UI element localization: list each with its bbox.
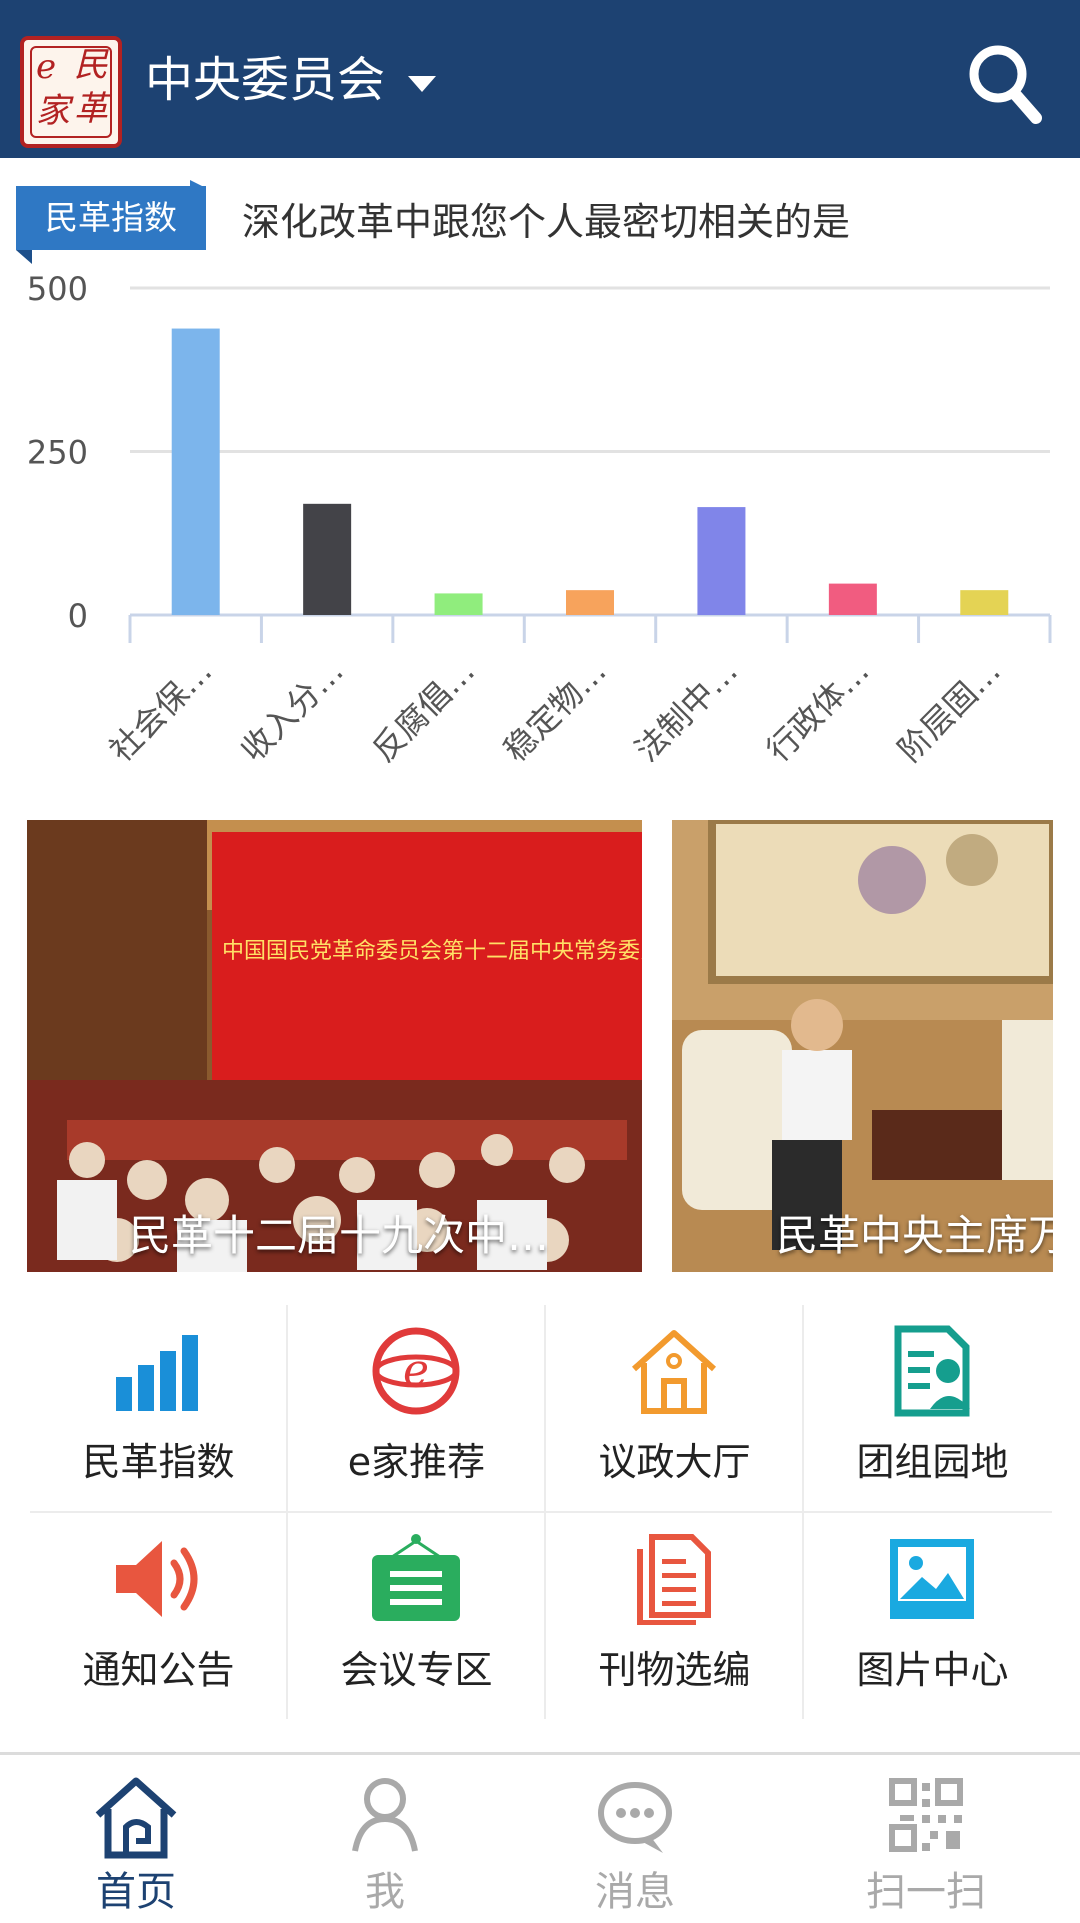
- x-tick-label: 稳定物…: [496, 652, 613, 769]
- x-tick-label: 阶层固…: [891, 652, 1008, 769]
- picture-icon: [890, 1539, 974, 1619]
- grid-item-group[interactable]: 团组园地: [804, 1305, 1061, 1512]
- bottom-navigation: 首页 我 消息 扫一扫: [0, 1752, 1080, 1923]
- chart-bar: [566, 590, 614, 615]
- document-icon: [637, 1534, 711, 1625]
- home-icon: [95, 1777, 177, 1859]
- chart-bar: [434, 593, 483, 615]
- search-icon[interactable]: [966, 42, 1042, 124]
- grid-item-pictures[interactable]: 图片中心: [804, 1513, 1061, 1720]
- chat-icon: [598, 1782, 672, 1853]
- qr-code-icon: [889, 1778, 963, 1852]
- banner-text-graphic: 中国国民党革命委员会第十二届中央常务委员会第十九次会议: [222, 939, 642, 964]
- news-photo-1[interactable]: 中国国民党革命委员会第十二届中央常务委员会第十九次会议 民革十二届十九次中…: [27, 820, 642, 1272]
- x-tick-label: 反腐倡…: [365, 652, 482, 769]
- person-icon: [352, 1778, 418, 1852]
- grid-item-label: 会议专区: [340, 1648, 493, 1692]
- grid-item-index[interactable]: 民革指数: [30, 1305, 287, 1512]
- nav-label: 首页: [96, 1869, 176, 1915]
- photo-caption: 民革十二届十九次中…: [129, 1211, 550, 1260]
- meeting-board-icon: [372, 1534, 460, 1621]
- logo-char: 民: [74, 45, 108, 85]
- news-photo-2[interactable]: 民革中央主席万: [672, 820, 1053, 1272]
- grid-item-label: 团组园地: [856, 1440, 1009, 1484]
- banner-text: 中国国民党革命委员会第十二届中央常务委员会第十九次会议: [222, 939, 642, 964]
- chart-bar: [828, 583, 877, 615]
- nav-label: 消息: [595, 1869, 675, 1915]
- app-logo[interactable]: e 民 家 革: [20, 36, 122, 148]
- grid-item-label: e家推荐: [347, 1440, 486, 1484]
- house-icon: [631, 1330, 717, 1414]
- grid-item-meeting[interactable]: 会议专区: [288, 1513, 545, 1720]
- contact-card-icon: [894, 1325, 970, 1417]
- svg-text:e: e: [403, 1345, 429, 1396]
- x-tick-label: 社会保…: [102, 652, 219, 769]
- chairman-photo-image: [672, 820, 1053, 1272]
- index-tag: 民革指数: [16, 186, 206, 250]
- tag-decoration: [190, 180, 206, 188]
- y-tick-label: 500: [27, 270, 88, 308]
- nav-home[interactable]: 首页: [36, 1755, 236, 1923]
- bar-chart-icon: [116, 1335, 198, 1411]
- e-logo-icon: e: [372, 1327, 460, 1415]
- nav-messages[interactable]: 消息: [535, 1755, 735, 1923]
- chevron-down-icon[interactable]: [408, 76, 436, 92]
- grid-item-label: 民革指数: [82, 1440, 235, 1484]
- grid-item-notice[interactable]: 通知公告: [30, 1513, 287, 1720]
- bar-chart[interactable]: 500 250 0 社会保… 收入分… 反腐倡… 稳定物… 法制中… 行政体… 阶层固…: [0, 270, 1080, 780]
- tag-fold: [16, 250, 32, 264]
- grid-item-label: 议政大厅: [598, 1440, 751, 1484]
- chart-bar: [960, 590, 1009, 615]
- grid-item-hall[interactable]: 议政大厅: [546, 1305, 803, 1512]
- logo-char: e: [36, 47, 57, 87]
- logo-char: 革: [74, 89, 108, 129]
- y-tick-label: 250: [27, 434, 88, 472]
- x-tick-label: 收入分…: [233, 652, 350, 769]
- logo-char: 家: [36, 91, 70, 131]
- nav-me[interactable]: 我: [285, 1755, 485, 1923]
- chart-bar: [697, 507, 746, 615]
- x-tick-label: 法制中…: [628, 652, 745, 769]
- speaker-icon: [116, 1541, 198, 1617]
- grid-item-label: 图片中心: [856, 1648, 1009, 1692]
- committee-selector[interactable]: 中央委员会: [145, 48, 385, 112]
- top-header: e 民 家 革 中央委员会: [0, 0, 1080, 158]
- nav-label: 我: [365, 1869, 405, 1915]
- meeting-photo-image: [27, 820, 642, 1272]
- nav-scan[interactable]: 扫一扫: [826, 1755, 1026, 1923]
- chart-question[interactable]: 深化改革中跟您个人最密切相关的是: [242, 196, 850, 248]
- chart-bar: [171, 328, 220, 615]
- grid-item-recommend[interactable]: e e家推荐: [288, 1305, 545, 1512]
- x-tick-label: 行政体…: [759, 652, 876, 769]
- nav-label: 扫一扫: [866, 1869, 986, 1915]
- grid-item-label: 刊物选编: [598, 1648, 751, 1692]
- y-tick-label: 0: [68, 597, 88, 635]
- chart-bar: [303, 503, 352, 615]
- grid-item-publications[interactable]: 刊物选编: [546, 1513, 803, 1720]
- grid-item-label: 通知公告: [82, 1648, 235, 1692]
- photo-caption: 民革中央主席万: [776, 1211, 1053, 1260]
